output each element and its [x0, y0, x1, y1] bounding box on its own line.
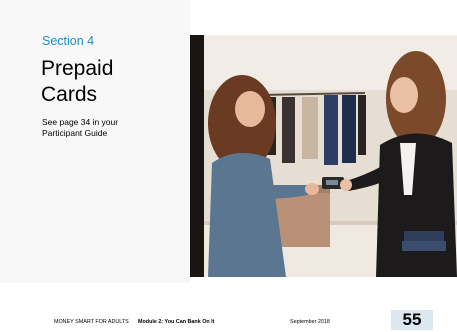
section-label: Section 4 [42, 34, 95, 48]
slide-footer: MONEY SMART FOR ADULTS Module 2: You Can… [0, 300, 457, 332]
page-number: 55 [402, 310, 422, 329]
slide-title-line-2: Cards [41, 83, 98, 106]
slide: Section 4 Prepaid Cards See page 34 in y… [0, 0, 457, 332]
participant-guide-reference: See page 34 in your Participant Guide [42, 117, 172, 138]
subtitle-line-1: See page 34 in your [42, 117, 119, 127]
shopping-photo [190, 35, 457, 277]
slide-title: Prepaid Cards [41, 56, 113, 108]
title-panel [0, 0, 190, 283]
footer-module-name: Module 2: You Can Bank On It [138, 319, 215, 325]
store-payment-illustration [190, 35, 457, 277]
subtitle-line-2: Participant Guide [42, 127, 108, 138]
page-number-box: 55 [391, 310, 433, 330]
footer-program-name: MONEY SMART FOR ADULTS [54, 319, 129, 325]
slide-title-line-1: Prepaid [41, 57, 114, 80]
footer-date: September 2018 [290, 319, 330, 325]
